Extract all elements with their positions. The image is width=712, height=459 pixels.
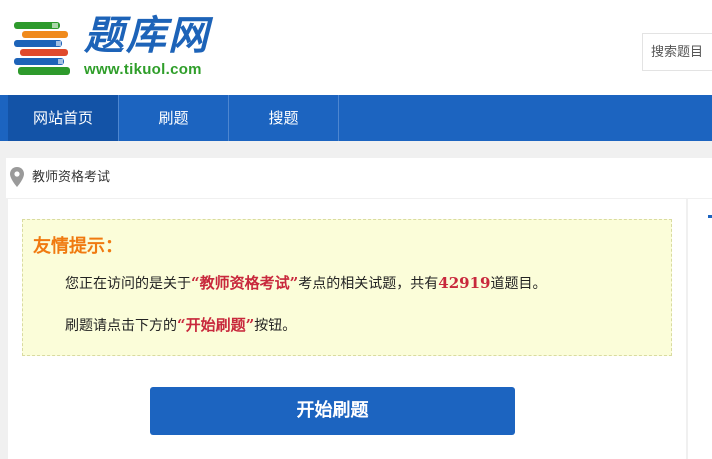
breadcrumb: 教师资格考试 <box>6 158 712 198</box>
tips-line-instruction: 刷题请点击下方的“开始刷题”按钮。 <box>65 314 296 335</box>
nav-item-practice[interactable]: 刷题 <box>119 95 229 141</box>
tips-topic: “教师资格考试” <box>191 274 299 292</box>
tips-text: 考点的相关试题，共有 <box>298 276 439 292</box>
breadcrumb-item-teacher-exam[interactable]: 教师资格考试 <box>32 158 110 198</box>
nav-item-search[interactable]: 搜题 <box>229 95 339 141</box>
tips-text: 按钮。 <box>254 318 297 334</box>
sidebar-accent <box>708 215 712 218</box>
site-logo[interactable]: 题库网 www.tikuol.com <box>12 12 252 82</box>
nav-item-home[interactable]: 网站首页 <box>8 95 119 141</box>
tips-line-topic: 您正在访问的是关于“教师资格考试”考点的相关试题，共有42919道题目。 <box>65 272 546 293</box>
search-box[interactable] <box>642 33 712 71</box>
main-nav: 网站首页 刷题 搜题 <box>0 95 712 141</box>
site-header: 题库网 www.tikuol.com <box>0 0 712 95</box>
search-input[interactable] <box>643 34 712 70</box>
logo-title: 题库网 <box>84 13 210 59</box>
question-count: 42919 <box>438 274 491 292</box>
logo-url: www.tikuol.com <box>84 61 202 78</box>
books-logo-icon <box>14 22 70 75</box>
tips-title: 友情提示： <box>33 236 123 257</box>
right-sidebar <box>688 199 712 459</box>
tips-highlight: “开始刷题” <box>177 316 255 334</box>
tips-text: 道题目。 <box>490 276 547 292</box>
map-pin-icon <box>10 167 24 187</box>
main-content: 友情提示： 您正在访问的是关于“教师资格考试”考点的相关试题，共有42919道题… <box>8 199 686 459</box>
tips-text: 您正在访问的是关于 <box>65 276 191 292</box>
start-practice-button[interactable]: 开始刷题 <box>150 387 515 435</box>
tips-text: 刷题请点击下方的 <box>65 318 177 334</box>
tips-box: 友情提示： 您正在访问的是关于“教师资格考试”考点的相关试题，共有42919道题… <box>22 219 672 356</box>
